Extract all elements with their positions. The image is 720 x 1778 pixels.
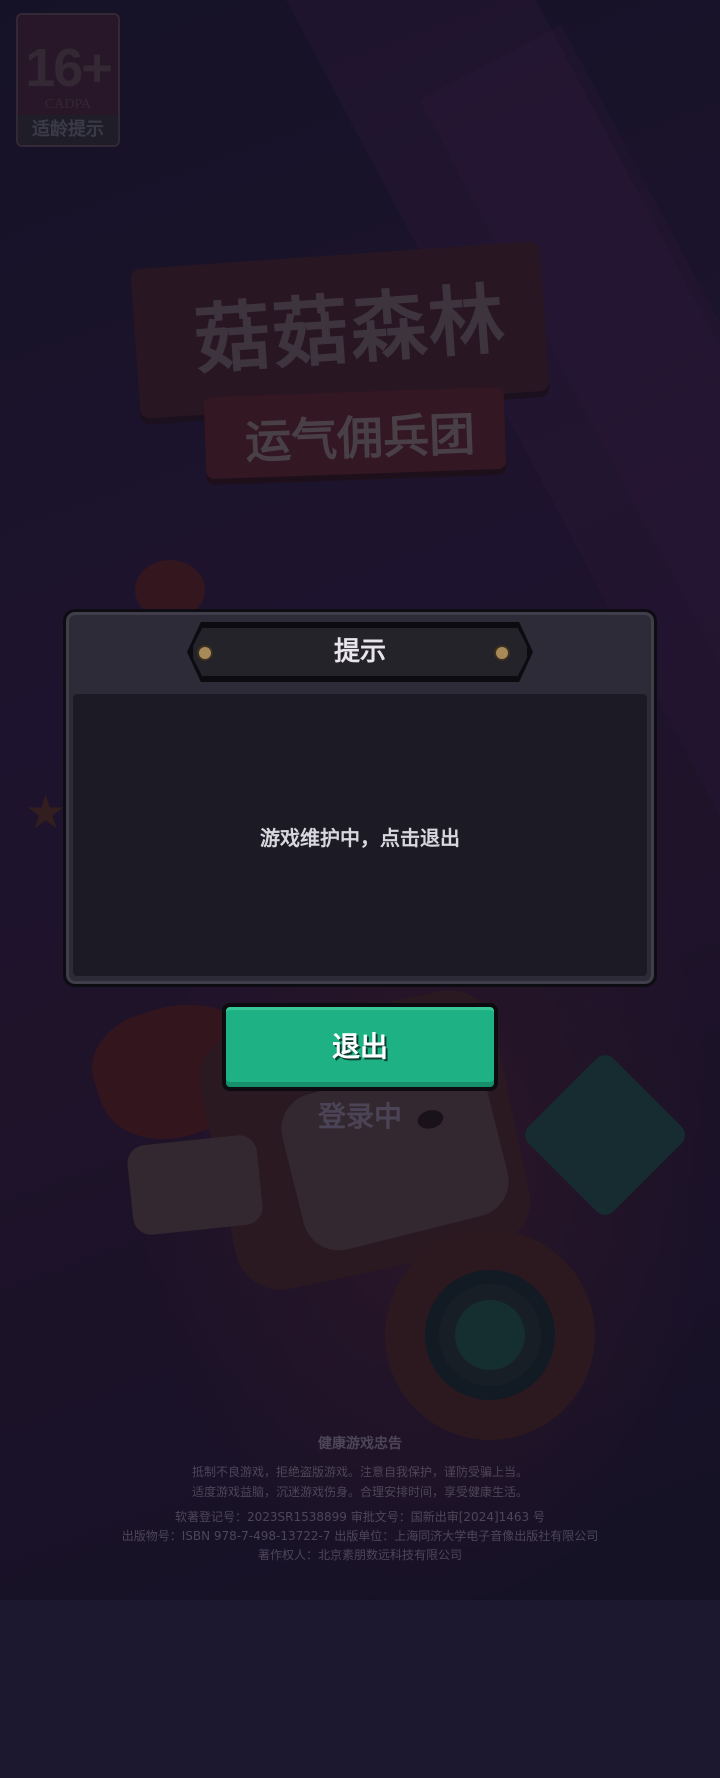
copyright-owner: 著作权人：北京素朋数远科技有限公司	[257, 1548, 462, 1562]
health-advisory-line: 适度游戏益脑，沉迷游戏伤身。合理安排时间，享受健康生活。	[191, 1485, 528, 1499]
copyright-registration: 软著登记号：2023SR1538899 审批文号：国新出审[2024]1463 …	[174, 1510, 545, 1524]
exit-button[interactable]: 退出	[222, 1003, 498, 1091]
exit-button-label: 退出	[331, 1030, 388, 1063]
dialog-title: 提示	[333, 637, 386, 667]
dialog-message: 游戏维护中，点击退出	[260, 826, 460, 850]
health-advisory-line: 抵制不良游戏，拒绝盗版游戏。注意自我保护，谨防受骗上当。	[191, 1465, 528, 1479]
publication-info: 出版物号：ISBN 978-7-498-13722-7 出版单位：上海同济大学电…	[121, 1529, 599, 1543]
health-advisory-title: 健康游戏忠告	[318, 1436, 402, 1452]
login-status: 登录中	[317, 1100, 402, 1133]
